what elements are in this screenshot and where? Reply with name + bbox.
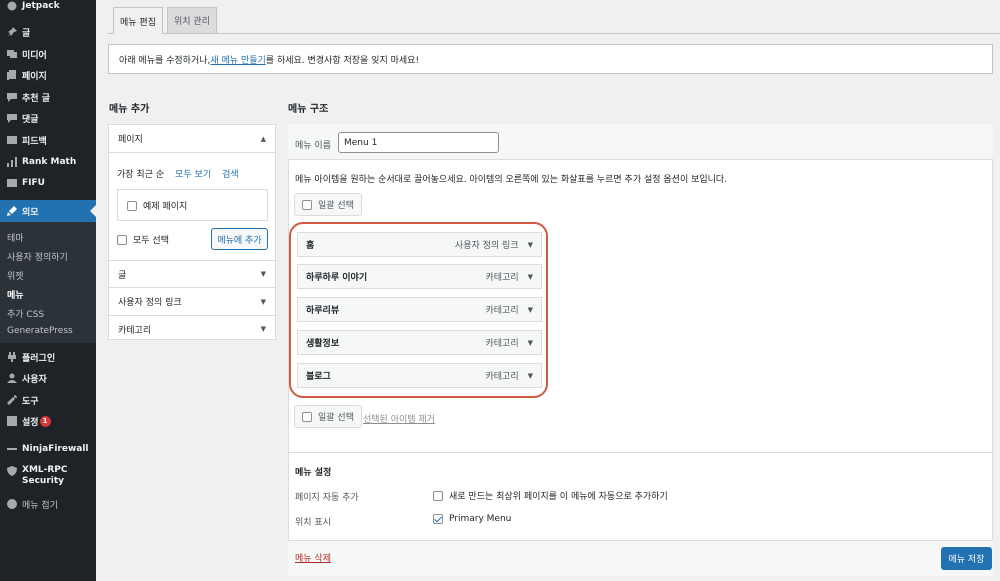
- sidebar-item-rankmath[interactable]: Rank Math: [0, 151, 96, 173]
- tab-view-all[interactable]: 모두 보기: [175, 167, 211, 180]
- sidebar-item-appearance[interactable]: 외모: [0, 200, 96, 222]
- plugin-icon: [6, 352, 17, 363]
- notice-box: 아래 메뉴를 수정하거나, 새 메뉴 만들기 를 하세요. 변경사항 저장을 잊…: [108, 44, 993, 74]
- sidebar-item-ninjafirewall[interactable]: NinjaFirewall: [0, 438, 96, 460]
- pages-icon: [6, 70, 17, 81]
- tab-divider: [108, 33, 1000, 34]
- accordion-custom-links-header[interactable]: 사용자 정의 링크 ▼: [109, 288, 275, 316]
- sample-page-checkbox[interactable]: [127, 200, 137, 211]
- add-to-menu-button[interactable]: 메뉴에 추가: [211, 228, 268, 250]
- display-location-label: 위치 표시: [295, 518, 331, 528]
- submenu-css[interactable]: 추가 CSS: [7, 307, 44, 320]
- collapse-icon: [6, 499, 17, 510]
- auto-add-checkbox[interactable]: [433, 490, 443, 501]
- image-icon: [6, 178, 17, 189]
- menu-item[interactable]: 생활정보 카테고리 ▼: [297, 330, 542, 355]
- brush-icon: [6, 206, 17, 217]
- bulk-select-top-button[interactable]: 일괄 선택: [294, 193, 362, 216]
- create-new-menu-link[interactable]: 새 메뉴 만들기: [210, 53, 265, 66]
- admin-sidebar: Jetpack 글 미디어 페이지 추천 글 댓글 피드백 Rank Math …: [0, 0, 96, 581]
- auto-add-option[interactable]: 새로 만드는 최상위 페이지를 이 메뉴에 자동으로 추가하기: [433, 489, 668, 502]
- sidebar-collapse[interactable]: 메뉴 접기: [0, 493, 96, 515]
- delete-menu-link[interactable]: 메뉴 삭제: [295, 551, 331, 564]
- menu-name-input[interactable]: Menu 1: [338, 132, 499, 153]
- primary-menu-option[interactable]: Primary Menu: [433, 514, 511, 524]
- feedback-icon: [6, 135, 17, 146]
- menu-item[interactable]: 하루리뷰 카테고리 ▼: [297, 297, 542, 322]
- menu-item[interactable]: 블로그 카테고리 ▼: [297, 363, 542, 388]
- sidebar-item-fifu[interactable]: FIFU: [0, 172, 96, 194]
- save-menu-button[interactable]: 메뉴 저장: [941, 547, 992, 570]
- caret-down-icon[interactable]: ▼: [528, 241, 533, 249]
- settings-icon: [6, 416, 17, 427]
- sidebar-item-recommend[interactable]: 추천 글: [0, 86, 96, 108]
- auto-add-label: 페이지 자동 추가: [295, 493, 359, 503]
- comment-icon: [6, 92, 17, 103]
- caret-down-icon[interactable]: ▼: [528, 306, 533, 314]
- chevron-up-icon: ▲: [260, 134, 266, 143]
- menu-footer-bar: [288, 540, 993, 576]
- caret-down-icon[interactable]: ▼: [528, 372, 533, 380]
- menu-settings-title: 메뉴 설정: [295, 468, 332, 478]
- settings-divider: [288, 452, 993, 453]
- accordion-categories-header[interactable]: 카테고리 ▼: [109, 315, 275, 343]
- wrench-icon: [6, 395, 17, 406]
- menu-name-label: 메뉴 이름: [295, 141, 331, 151]
- comment-icon: [6, 113, 17, 124]
- pages-checklist: 예제 페이지: [117, 189, 268, 221]
- sidebar-item-feedback[interactable]: 피드백: [0, 129, 96, 151]
- remove-selected-link[interactable]: 선택된 아이템 제거: [363, 412, 435, 425]
- sidebar-item-posts[interactable]: 글: [0, 21, 96, 43]
- tab-search[interactable]: 검색: [222, 167, 239, 180]
- chart-icon: [6, 157, 17, 168]
- select-all-option[interactable]: 모두 선택: [117, 233, 169, 246]
- tab-manage-locations[interactable]: 위치 관리: [167, 7, 217, 33]
- accordion-posts-header[interactable]: 글 ▼: [109, 260, 275, 288]
- chevron-down-icon: ▼: [260, 270, 266, 278]
- sidebar-item-comments[interactable]: 댓글: [0, 107, 96, 129]
- shield-icon: [6, 465, 17, 476]
- submenu-customize[interactable]: 사용자 정의하기: [7, 250, 68, 263]
- menu-item[interactable]: 하루하루 이야기 카테고리 ▼: [297, 264, 542, 289]
- caret-down-icon[interactable]: ▼: [528, 273, 533, 281]
- submenu-theme[interactable]: 테마: [7, 231, 24, 244]
- sidebar-item-xmlrpc[interactable]: XML-RPC Security: [0, 462, 96, 496]
- sidebar-item-pages[interactable]: 페이지: [0, 64, 96, 86]
- submenu-widgets[interactable]: 위젯: [7, 269, 24, 282]
- pin-icon: [6, 27, 17, 38]
- sidebar-item-users[interactable]: 사용자: [0, 367, 96, 389]
- media-icon: [6, 49, 17, 60]
- menu-instructions: 메뉴 아이템을 원하는 순서대로 끌어놓으세요. 아이템의 오른쪽에 있는 화살…: [295, 175, 728, 185]
- ninja-icon: [6, 444, 17, 455]
- submenu-menus[interactable]: 메뉴: [7, 288, 24, 301]
- sidebar-item-tools[interactable]: 도구: [0, 389, 96, 411]
- caret-down-icon[interactable]: ▼: [528, 339, 533, 347]
- bulk-select-bottom-checkbox[interactable]: [302, 411, 312, 422]
- tab-most-recent[interactable]: 가장 최근 순: [117, 167, 164, 180]
- sample-page-option[interactable]: 예제 페이지: [127, 199, 187, 212]
- pages-tab-bar: 가장 최근 순 모두 보기 검색: [117, 167, 250, 180]
- chevron-down-icon: ▼: [260, 297, 266, 306]
- update-badge: 1: [39, 415, 51, 427]
- tab-edit-menus[interactable]: 메뉴 편집: [113, 7, 163, 34]
- primary-menu-checkbox[interactable]: [433, 514, 443, 524]
- accordion-pages-header[interactable]: 페이지 ▲: [109, 125, 275, 153]
- jetpack-icon: [6, 1, 17, 12]
- menu-structure-title: 메뉴 구조: [288, 104, 329, 115]
- chevron-down-icon: ▼: [260, 325, 266, 333]
- sidebar-item-media[interactable]: 미디어: [0, 43, 96, 65]
- select-all-checkbox[interactable]: [117, 234, 127, 245]
- sidebar-item-settings[interactable]: 설정 1: [0, 410, 96, 432]
- submenu-generatepress[interactable]: GeneratePress: [7, 326, 73, 336]
- sidebar-item-plugins[interactable]: 플러그인: [0, 346, 96, 368]
- sidebar-item-jetpack[interactable]: Jetpack: [0, 0, 96, 17]
- bulk-select-bottom-button[interactable]: 일괄 선택: [294, 405, 362, 428]
- user-icon: [6, 373, 17, 384]
- bulk-select-top-checkbox[interactable]: [302, 199, 312, 210]
- add-menu-items-title: 메뉴 추가: [109, 104, 150, 115]
- menu-item[interactable]: 홈 사용자 정의 링크 ▼: [297, 232, 542, 257]
